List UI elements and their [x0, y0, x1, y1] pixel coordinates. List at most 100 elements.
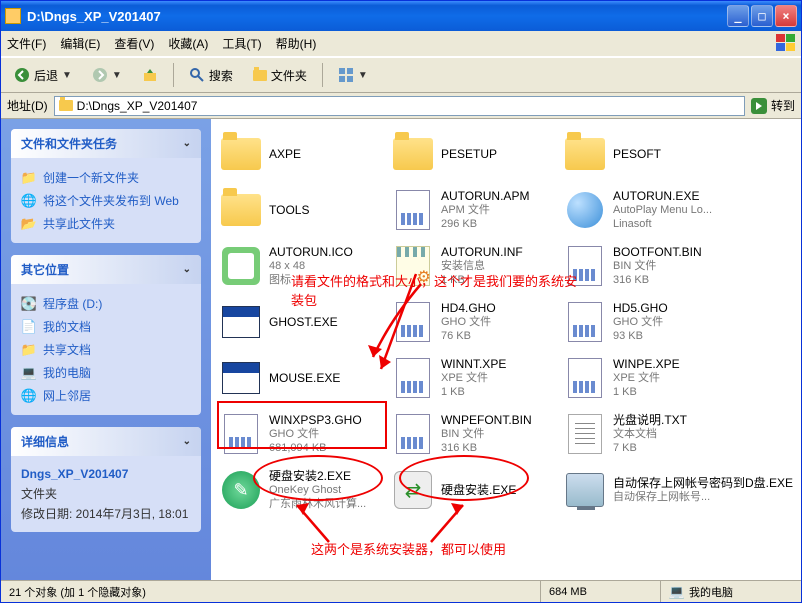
file-sub1: APM 文件 [441, 203, 529, 217]
task-share[interactable]: 📂共享此文件夹 [21, 212, 191, 235]
file-name: AXPE [269, 147, 301, 161]
minimize-button[interactable]: _ [727, 5, 749, 27]
file-tile[interactable]: TOOLS [215, 183, 381, 237]
network-icon: 🌐 [21, 388, 37, 404]
collapse-icon: ⌄ [183, 138, 191, 149]
status-location: 💻 我的电脑 [661, 581, 801, 602]
panel-details-head[interactable]: 详细信息 ⌄ [11, 427, 201, 456]
file-icon [391, 356, 435, 400]
window-title: D:\Dngs_XP_V201407 [27, 9, 727, 24]
file-tile[interactable]: PESOFT [559, 127, 797, 181]
menu-edit[interactable]: 编辑(E) [60, 35, 100, 52]
task-publish[interactable]: 🌐将这个文件夹发布到 Web [21, 189, 191, 212]
menu-help[interactable]: 帮助(H) [276, 35, 317, 52]
file-tile[interactable]: 光盘说明.TXT文本文档7 KB [559, 407, 797, 461]
file-tile[interactable]: ✎硬盘安装2.EXEOneKey Ghost广东雨林木风计算... [215, 463, 381, 517]
file-tile[interactable]: AUTORUN.INF安装信息1 KB [387, 239, 553, 293]
file-icon [219, 412, 263, 456]
file-sub2: 76 KB [441, 329, 496, 343]
docs-icon: 📄 [21, 319, 37, 335]
file-tile[interactable]: AXPE [215, 127, 381, 181]
file-tile[interactable]: BOOTFONT.BINBIN 文件316 KB [559, 239, 797, 293]
maximize-button[interactable]: □ [751, 5, 773, 27]
file-icon: ⇄ [391, 468, 435, 512]
file-sub1: 文本文档 [613, 427, 687, 441]
place-drive-d[interactable]: 💽程序盘 (D:) [21, 292, 191, 315]
file-tile[interactable]: 自动保存上网帐号密码到D盘.EXE自动保存上网帐号... [559, 463, 797, 517]
file-tile[interactable]: AUTORUN.EXEAutoPlay Menu Lo...Linasoft [559, 183, 797, 237]
menu-file[interactable]: 文件(F) [7, 35, 46, 52]
file-tile[interactable]: WINNT.XPEXPE 文件1 KB [387, 351, 553, 405]
file-name: AUTORUN.ICO [269, 245, 353, 259]
views-button[interactable]: ▼ [331, 63, 375, 87]
file-name: 自动保存上网帐号密码到D盘.EXE [613, 476, 793, 490]
detail-modified: 修改日期: 2014年7月3日, 18:01 [21, 504, 191, 524]
place-network[interactable]: 🌐网上邻居 [21, 384, 191, 407]
up-button[interactable] [135, 63, 165, 87]
file-icon [563, 300, 607, 344]
file-tile[interactable]: AUTORUN.ICO48 x 48图标 [215, 239, 381, 293]
file-name: PESOFT [613, 147, 661, 161]
status-size: 684 MB [541, 581, 661, 602]
file-name: 硬盘安装2.EXE [269, 469, 366, 483]
file-sub1: AutoPlay Menu Lo... [613, 203, 712, 217]
file-name: WINPE.XPE [613, 357, 680, 371]
file-tile[interactable]: WINPE.XPEXPE 文件1 KB [559, 351, 797, 405]
file-sub2: 316 KB [441, 441, 532, 455]
file-tile[interactable]: HD5.GHOGHO 文件93 KB [559, 295, 797, 349]
menu-tools[interactable]: 工具(T) [222, 35, 261, 52]
file-name: TOOLS [269, 203, 309, 217]
address-input[interactable]: D:\Dngs_XP_V201407 [54, 96, 745, 116]
chevron-down-icon: ▼ [358, 70, 368, 81]
file-tile[interactable]: MOUSE.EXE [215, 351, 381, 405]
back-button[interactable]: 后退 ▼ [7, 63, 79, 88]
place-shared-docs[interactable]: 📁共享文档 [21, 338, 191, 361]
place-my-docs[interactable]: 📄我的文档 [21, 315, 191, 338]
folder-icon [5, 8, 21, 24]
task-new-folder[interactable]: 📁创建一个新文件夹 [21, 166, 191, 189]
search-icon [189, 67, 205, 83]
file-tile[interactable]: ⇄硬盘安装.EXE [387, 463, 553, 517]
file-sub2: 296 KB [441, 217, 529, 231]
go-button[interactable]: 转到 [751, 97, 795, 114]
file-list[interactable]: AXPE PESETUP PESOFT TOOLS AUTORUN.APMAPM 文件2… [211, 119, 801, 580]
file-name: PESETUP [441, 147, 497, 161]
file-sub1: GHO 文件 [441, 315, 496, 329]
place-my-computer[interactable]: 💻我的电脑 [21, 361, 191, 384]
titlebar[interactable]: D:\Dngs_XP_V201407 _ □ × [1, 1, 801, 31]
panel-tasks-title: 文件和文件夹任务 [21, 135, 117, 152]
publish-icon: 🌐 [21, 193, 37, 209]
panel-tasks-head[interactable]: 文件和文件夹任务 ⌄ [11, 129, 201, 158]
menu-favorites[interactable]: 收藏(A) [168, 35, 208, 52]
file-sub2: 1 KB [613, 385, 680, 399]
panel-places-title: 其它位置 [21, 261, 69, 278]
close-button[interactable]: × [775, 5, 797, 27]
file-sub2: 1 KB [441, 273, 523, 287]
file-tile[interactable]: AUTORUN.APMAPM 文件296 KB [387, 183, 553, 237]
search-button[interactable]: 搜索 [182, 63, 240, 88]
detail-name: Dngs_XP_V201407 [21, 464, 191, 484]
file-icon [219, 244, 263, 288]
file-sub2: 广东雨林木风计算... [269, 497, 366, 511]
file-tile[interactable]: WNPEFONT.BINBIN 文件316 KB [387, 407, 553, 461]
file-tile[interactable]: PESETUP [387, 127, 553, 181]
panel-places-head[interactable]: 其它位置 ⌄ [11, 255, 201, 284]
forward-button[interactable]: ▼ [85, 63, 129, 87]
file-name: AUTORUN.APM [441, 189, 529, 203]
file-tile[interactable]: WINXPSP3.GHOGHO 文件681,094 KB [215, 407, 381, 461]
address-label: 地址(D) [7, 97, 48, 114]
menubar: 文件(F) 编辑(E) 查看(V) 收藏(A) 工具(T) 帮助(H) [1, 31, 801, 57]
folders-button[interactable]: 文件夹 [246, 63, 314, 88]
file-sub1: BIN 文件 [441, 427, 532, 441]
file-name: HD4.GHO [441, 301, 496, 315]
folders-icon [253, 70, 267, 81]
menu-view[interactable]: 查看(V) [114, 35, 154, 52]
file-tile[interactable]: GHOST.EXE [215, 295, 381, 349]
file-sub1: XPE 文件 [441, 371, 506, 385]
views-icon [338, 67, 354, 83]
computer-icon: 💻 [669, 584, 685, 600]
windows-flag-icon [775, 33, 797, 53]
file-name: AUTORUN.EXE [613, 189, 712, 203]
file-tile[interactable]: HD4.GHOGHO 文件76 KB [387, 295, 553, 349]
toolbar: 后退 ▼ ▼ 搜索 文件夹 ▼ [1, 57, 801, 93]
